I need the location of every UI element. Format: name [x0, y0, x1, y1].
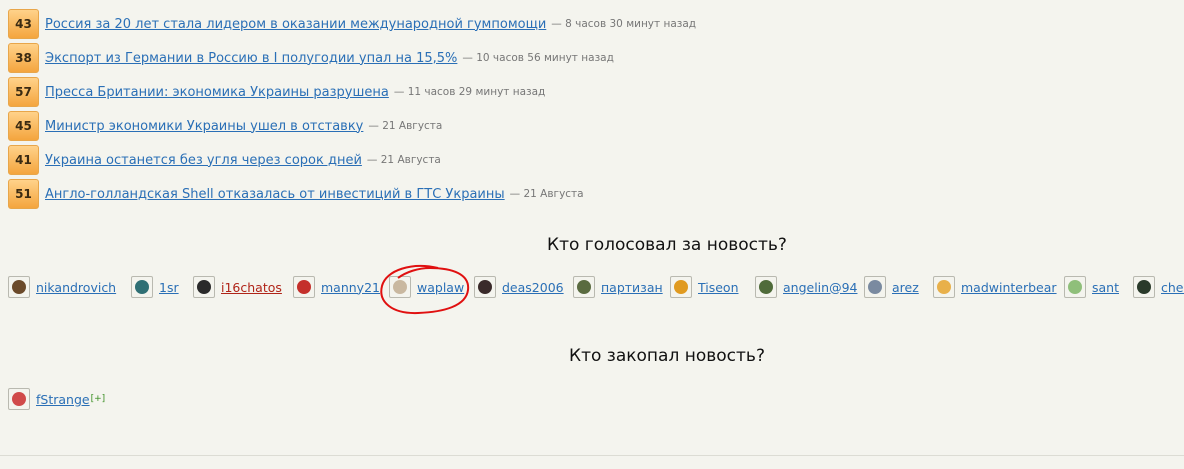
voter-link[interactable]: nikandrovich — [36, 280, 116, 295]
voter-link[interactable]: madwinterbear — [961, 280, 1057, 295]
avatar[interactable] — [1064, 276, 1086, 298]
news-item: 41 Украина останется без угля через соро… — [8, 145, 441, 175]
voter[interactable]: deas2006 — [474, 273, 564, 301]
voter[interactable]: sant — [1064, 273, 1119, 301]
vote-count-badge: 41 — [8, 145, 39, 175]
voter-link[interactable]: arez — [892, 280, 919, 295]
vote-count-badge: 45 — [8, 111, 39, 141]
voter-link[interactable]: deas2006 — [502, 280, 564, 295]
voter-link[interactable]: i16chatos — [221, 280, 282, 295]
news-timestamp: — 10 часов 56 минут назад — [462, 52, 614, 64]
vote-count-badge: 43 — [8, 9, 39, 39]
avatar[interactable] — [8, 388, 30, 410]
voter[interactable]: madwinterbear — [933, 273, 1057, 301]
avatar[interactable] — [670, 276, 692, 298]
voter-link[interactable]: партизан — [601, 280, 663, 295]
avatar[interactable] — [755, 276, 777, 298]
avatar[interactable] — [474, 276, 496, 298]
voters-heading: Кто голосовал за новость? — [547, 235, 787, 255]
news-timestamp: — 11 часов 29 минут назад — [393, 86, 546, 98]
avatar[interactable] — [1133, 276, 1155, 298]
vote-count-badge: 57 — [8, 77, 39, 107]
buriers-heading: Кто закопал новость? — [569, 346, 765, 366]
burier-link[interactable]: fStrange — [36, 392, 90, 407]
news-timestamp: — 21 Августа — [509, 188, 584, 200]
voter[interactable]: nikandrovich — [8, 273, 116, 301]
voter[interactable]: angelin@94 — [755, 273, 857, 301]
voter-link[interactable]: sant — [1092, 280, 1119, 295]
news-timestamp: — 21 Августа — [366, 154, 441, 166]
avatar[interactable] — [8, 276, 30, 298]
avatar[interactable] — [193, 276, 215, 298]
voter-link[interactable]: angelin@94 — [783, 280, 857, 295]
news-title-link[interactable]: Пресса Британии: экономика Украины разру… — [45, 85, 389, 100]
news-title-link[interactable]: Экспорт из Германии в Россию в I полугод… — [45, 51, 457, 66]
avatar[interactable] — [864, 276, 886, 298]
vote-count-badge: 38 — [8, 43, 39, 73]
voter-link[interactable]: 1sr — [159, 280, 179, 295]
burier[interactable]: fStrange [+] — [8, 385, 105, 413]
voter-link[interactable]: manny21 — [321, 280, 380, 295]
news-item: 57 Пресса Британии: экономика Украины ра… — [8, 77, 545, 107]
avatar[interactable] — [933, 276, 955, 298]
footer-divider — [0, 455, 1184, 456]
news-title-link[interactable]: Министр экономики Украины ушел в отставк… — [45, 119, 363, 134]
news-item: 43 Россия за 20 лет стала лидером в оказ… — [8, 9, 696, 39]
voter[interactable]: партизан — [573, 273, 663, 301]
news-title-link[interactable]: Россия за 20 лет стала лидером в оказани… — [45, 17, 546, 32]
news-item: 51 Англо-голландская Shell отказалась от… — [8, 179, 584, 209]
voter-link[interactable]: chel — [1161, 280, 1184, 295]
news-item: 38 Экспорт из Германии в Россию в I полу… — [8, 43, 614, 73]
voter[interactable]: Tiseon — [670, 273, 739, 301]
voter[interactable]: manny21 — [293, 273, 380, 301]
news-item: 45 Министр экономики Украины ушел в отст… — [8, 111, 442, 141]
news-title-link[interactable]: Украина останется без угля через сорок д… — [45, 153, 362, 168]
news-timestamp: — 8 часов 30 минут назад — [551, 18, 697, 30]
plus-mark: [+] — [90, 394, 106, 404]
avatar[interactable] — [573, 276, 595, 298]
avatar[interactable] — [131, 276, 153, 298]
voter[interactable]: 1sr — [131, 273, 179, 301]
voter[interactable]: arez — [864, 273, 919, 301]
voter[interactable]: chel — [1133, 273, 1184, 301]
voter[interactable]: i16chatos — [193, 273, 282, 301]
red-circle-annotation — [380, 265, 470, 315]
news-timestamp: — 21 Августа — [368, 120, 443, 132]
news-title-link[interactable]: Англо-голландская Shell отказалась от ин… — [45, 187, 505, 202]
avatar[interactable] — [293, 276, 315, 298]
voter-link[interactable]: Tiseon — [698, 280, 739, 295]
vote-count-badge: 51 — [8, 179, 39, 209]
